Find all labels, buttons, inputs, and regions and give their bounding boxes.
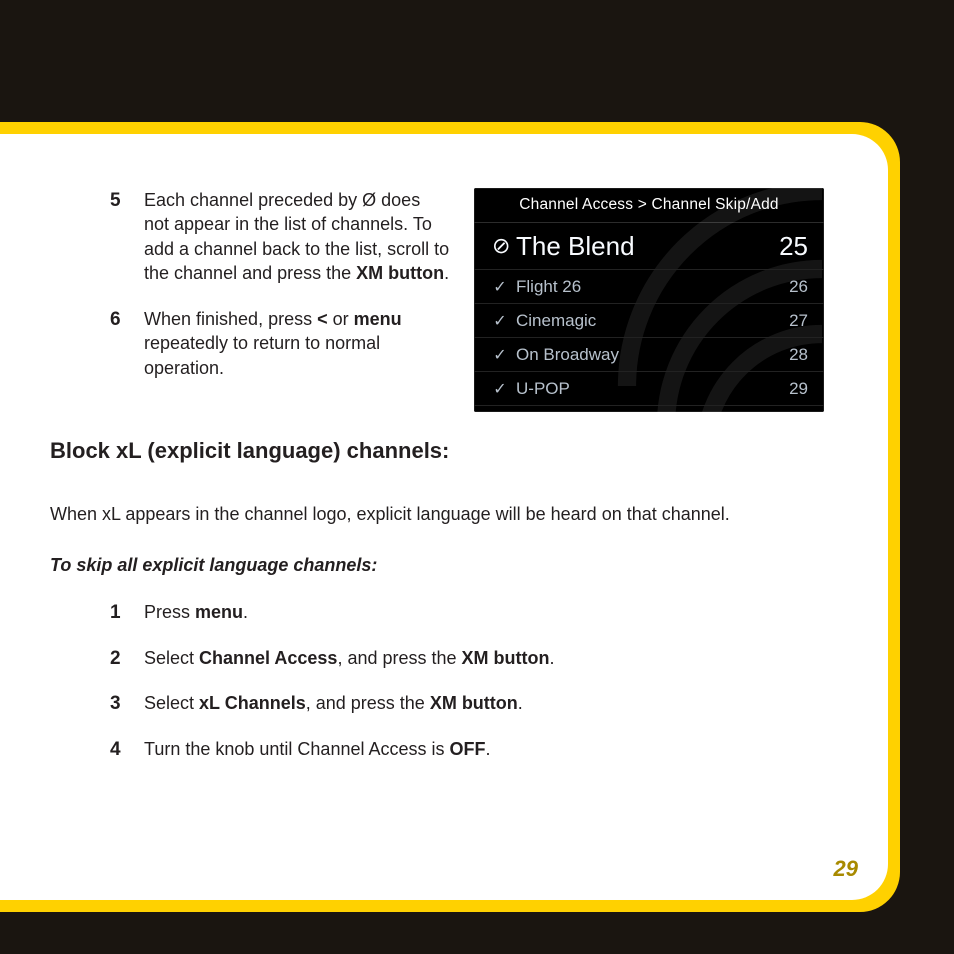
channel-lead: ✓ On Broadway <box>492 345 619 365</box>
text-run: . <box>486 739 491 759</box>
channel-lead: ✓ Flight 26 <box>492 277 581 297</box>
step-body: Select Channel Access, and press the XM … <box>144 646 848 672</box>
channel-name: U-POP <box>516 379 570 399</box>
channel-number: 28 <box>789 345 808 365</box>
step-number: 3 <box>110 691 144 717</box>
screen-rows: ⊘ The Blend 25 ✓ Flight 26 26 ✓ Cinemagic 27 ✓ On … <box>474 223 824 406</box>
bold-run: < <box>317 309 328 329</box>
step: 4 Turn the knob until Channel Access is … <box>110 737 848 763</box>
channel-row: ✓ U-POP 29 <box>474 372 824 406</box>
step: 6When finished, press < or menu repeated… <box>110 307 450 380</box>
step: 1Press menu. <box>110 600 848 626</box>
step-body: Each channel preceded by Ø does not appe… <box>144 188 450 285</box>
skip-icon: ⊘ <box>492 233 508 259</box>
channel-row: ✓ On Broadway 28 <box>474 338 824 372</box>
page-outer: 5Each channel preceded by Ø does not app… <box>0 122 900 912</box>
text-run: . <box>518 693 523 713</box>
check-icon: ✓ <box>492 311 508 331</box>
text-run: . <box>243 602 248 622</box>
text-run: , and press the <box>337 648 461 668</box>
channel-name: Flight 26 <box>516 277 581 297</box>
text-run: Select <box>144 693 199 713</box>
step-body: Select xL Channels, and press the XM but… <box>144 691 848 717</box>
text-run: When finished, press <box>144 309 317 329</box>
check-icon: ✓ <box>492 345 508 365</box>
page-content: 5Each channel preceded by Ø does not app… <box>0 134 888 900</box>
channel-name: Cinemagic <box>516 311 596 331</box>
step-body: When finished, press < or menu repeatedl… <box>144 307 450 380</box>
check-icon: ✓ <box>492 379 508 399</box>
step-number: 2 <box>110 646 144 672</box>
channel-row: ✓ Cinemagic 27 <box>474 304 824 338</box>
text-run: , and press the <box>306 693 430 713</box>
top-steps: 5Each channel preceded by Ø does not app… <box>50 188 450 402</box>
step-number: 6 <box>110 307 144 380</box>
top-grid: 5Each channel preceded by Ø does not app… <box>50 188 848 412</box>
channel-name: On Broadway <box>516 345 619 365</box>
bold-run: OFF <box>450 739 486 759</box>
text-run: . <box>550 648 555 668</box>
channel-lead: ✓ Cinemagic <box>492 311 596 331</box>
page-inner: 5Each channel preceded by Ø does not app… <box>0 134 888 900</box>
channel-lead: ⊘ The Blend <box>492 231 635 262</box>
channel-number: 29 <box>789 379 808 399</box>
channel-number: 26 <box>789 277 808 297</box>
bold-run: Channel Access <box>199 648 337 668</box>
step-body: Turn the knob until Channel Access is OF… <box>144 737 848 763</box>
text-run: Press <box>144 602 195 622</box>
step: 3Select xL Channels, and press the XM bu… <box>110 691 848 717</box>
text-run: Turn the knob until Channel Access is <box>144 739 450 759</box>
bold-run: XM button <box>462 648 550 668</box>
text-run: Select <box>144 648 199 668</box>
bold-run: xL Channels <box>199 693 306 713</box>
channel-row: ✓ Flight 26 26 <box>474 270 824 304</box>
screen-header: Channel Access > Channel Skip/Add <box>474 188 824 223</box>
channel-number: 25 <box>779 231 808 262</box>
step-number: 1 <box>110 600 144 626</box>
channel-name: The Blend <box>516 231 635 262</box>
channel-lead: ✓ U-POP <box>492 379 570 399</box>
channel-number: 27 <box>789 311 808 331</box>
bold-run: XM button <box>356 263 444 283</box>
step-body: Press menu. <box>144 600 848 626</box>
sub-heading: To skip all explicit language channels: <box>50 555 848 576</box>
bold-run: XM button <box>430 693 518 713</box>
text-run: . <box>444 263 449 283</box>
text-run: or <box>328 309 354 329</box>
text-run: repeatedly to return to normal operation… <box>144 333 380 377</box>
step-number: 5 <box>110 188 144 285</box>
step-number: 4 <box>110 737 144 763</box>
intro-text: When xL appears in the channel logo, exp… <box>50 502 848 527</box>
section-heading: Block xL (explicit language) channels: <box>50 438 848 464</box>
channel-row: ⊘ The Blend 25 <box>474 223 824 270</box>
bold-run: menu <box>195 602 243 622</box>
step: 5Each channel preceded by Ø does not app… <box>110 188 450 285</box>
bold-run: menu <box>354 309 402 329</box>
device-screen: Channel Access > Channel Skip/Add ⊘ The B… <box>474 188 824 412</box>
step: 2Select Channel Access, and press the XM… <box>110 646 848 672</box>
page-number: 29 <box>834 856 858 882</box>
bottom-steps: 1Press menu.2Select Channel Access, and … <box>50 600 848 763</box>
check-icon: ✓ <box>492 277 508 297</box>
